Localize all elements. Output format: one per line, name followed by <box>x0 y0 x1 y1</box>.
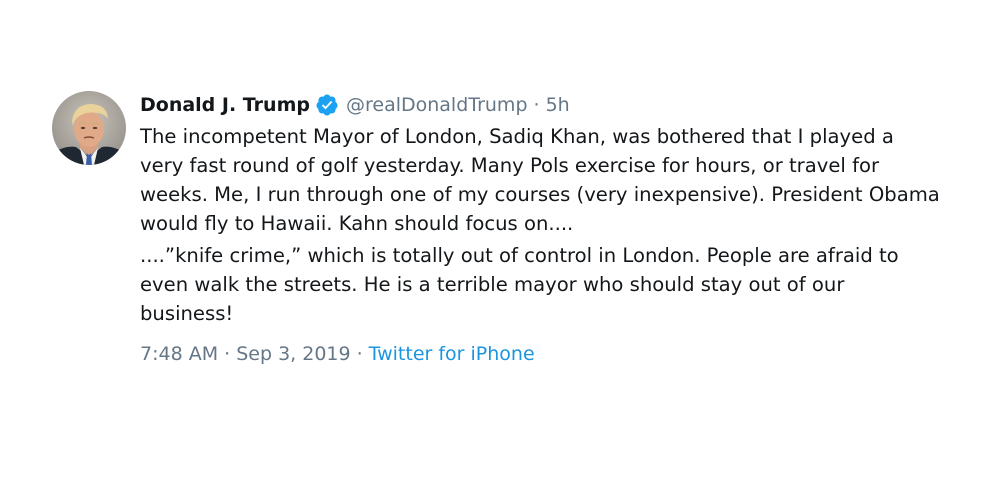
tweet-text-paragraph-2: ....”knife crime,” which is totally out … <box>140 244 899 325</box>
header-separator: · <box>533 94 540 116</box>
footer-separator: · <box>356 343 363 365</box>
tweet-text-paragraph-1: The incompetent Mayor of London, Sadiq K… <box>140 125 940 235</box>
tweet-footer: 7:48 AM · Sep 3, 2019 · Twitter for iPho… <box>140 340 940 368</box>
tweet-timestamp[interactable]: 7:48 AM · Sep 3, 2019 <box>140 343 351 365</box>
avatar[interactable] <box>52 91 126 165</box>
tweet-content: Donald J. Trump @realDonaldTrump · 5h Th… <box>140 88 940 368</box>
verified-badge-icon <box>315 93 339 117</box>
tweet-source-link[interactable]: Twitter for iPhone <box>369 343 535 365</box>
display-name[interactable]: Donald J. Trump <box>140 94 310 116</box>
avatar-photo-icon <box>52 91 126 165</box>
tweet-header: Donald J. Trump @realDonaldTrump · 5h <box>140 88 940 122</box>
user-handle[interactable]: @realDonaldTrump <box>346 94 528 116</box>
relative-time[interactable]: 5h <box>546 94 570 116</box>
